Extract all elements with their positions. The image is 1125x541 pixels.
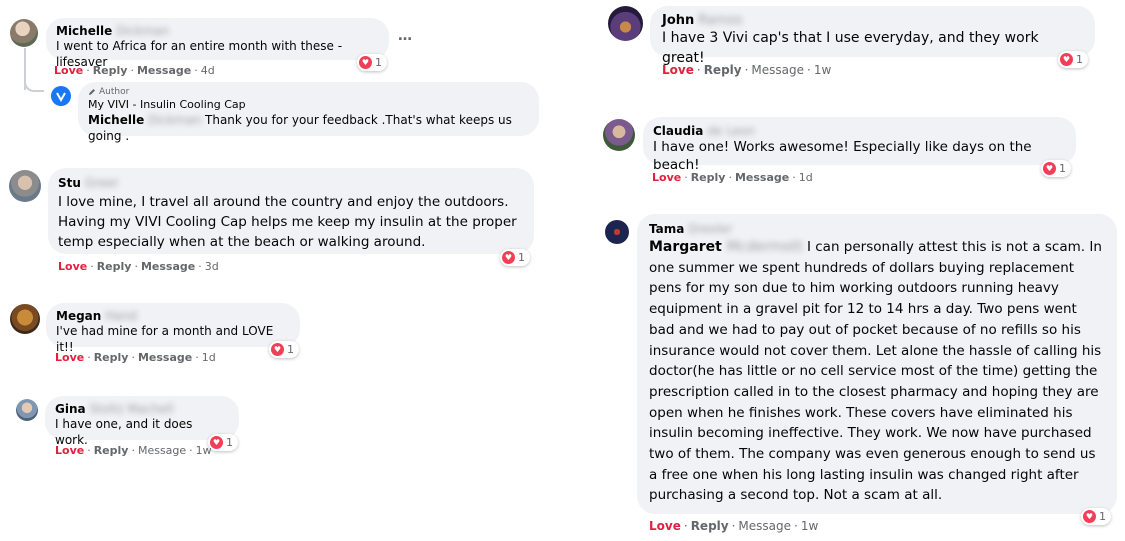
reply-text-line: Michelle Dickman Thank you for your feed… xyxy=(88,112,529,144)
timestamp[interactable]: 1d xyxy=(799,171,813,184)
vivi-page-avatar[interactable] xyxy=(51,86,71,106)
reply-button[interactable]: Reply xyxy=(691,171,726,184)
message-button[interactable]: Message xyxy=(141,260,195,273)
commenter-name[interactable]: Megan Hand xyxy=(56,309,290,323)
message-button[interactable]: Message xyxy=(738,519,791,533)
reaction-count[interactable]: ♥ 1 xyxy=(1058,51,1088,68)
timestamp[interactable]: 1w xyxy=(814,63,831,77)
mention[interactable]: Michelle Dickman xyxy=(88,113,201,127)
comment-bubble: Gina Stoltz Machell I have one, and it do… xyxy=(45,396,239,447)
comment-actions: Love · Reply · Message · 3d xyxy=(58,260,219,273)
message-button[interactable]: Message xyxy=(751,63,804,77)
timestamp[interactable]: 4d xyxy=(201,64,215,77)
reaction-count[interactable]: ♥ 1 xyxy=(1041,160,1071,177)
commenter-name[interactable]: Stu Greer xyxy=(58,176,524,190)
love-button[interactable]: Love xyxy=(662,63,694,77)
commenter-name[interactable]: Gina Stoltz Machell xyxy=(55,402,229,416)
message-button[interactable]: Message xyxy=(137,64,191,77)
reply-button[interactable]: Reply xyxy=(93,64,128,77)
commenter-name[interactable]: Tama Drexler xyxy=(649,222,1105,236)
page-name[interactable]: My VIVI - Insulin Cooling Cap xyxy=(88,97,529,112)
mention[interactable]: Margaret Mcdermott xyxy=(649,239,803,255)
heart-icon: ♥ xyxy=(271,343,284,356)
reaction-count[interactable]: ♥ 1 xyxy=(269,341,299,358)
comment-bubble: Stu Greer I love mine, I travel all aroun… xyxy=(48,168,534,254)
reply-button[interactable]: Reply xyxy=(97,260,132,273)
comment-actions: Love · Reply · Message · 1w xyxy=(55,444,212,457)
love-button[interactable]: Love xyxy=(55,444,84,457)
avatar[interactable] xyxy=(603,119,635,151)
comment-actions: Love · Reply · Message · 1w xyxy=(649,519,819,533)
reply-thread-elbow xyxy=(24,74,44,92)
vivi-logo-icon xyxy=(56,92,66,102)
heart-icon: ♥ xyxy=(502,251,515,264)
commenter-name[interactable]: Michelle Dickman xyxy=(56,24,379,38)
avatar[interactable] xyxy=(608,6,643,41)
heart-icon: ♥ xyxy=(1083,510,1096,523)
timestamp[interactable]: 1w xyxy=(801,519,818,533)
comment-actions: Love · Reply · Message · 4d xyxy=(54,64,215,77)
comment-bubble: Claudia de Leon I have one! Works awesome… xyxy=(643,117,1076,173)
comment-actions: Love · Reply · Message · 1d xyxy=(652,171,813,184)
reply-button[interactable]: Reply xyxy=(691,519,729,533)
love-button[interactable]: Love xyxy=(652,171,681,184)
avatar[interactable] xyxy=(10,304,40,334)
message-button[interactable]: Message xyxy=(138,351,192,364)
author-reply-bubble: Author My VIVI - Insulin Cooling Cap Mic… xyxy=(78,82,539,143)
comment-text-block: Margaret Mcdermott I can personally atte… xyxy=(649,237,1105,506)
reply-button[interactable]: Reply xyxy=(94,351,129,364)
heart-icon: ♥ xyxy=(1043,162,1056,175)
timestamp[interactable]: 3d xyxy=(205,260,219,273)
commenter-name[interactable]: John Ramos xyxy=(662,13,1083,28)
message-button[interactable]: Message xyxy=(735,171,789,184)
comment-bubble: John Ramos I have 3 Vivi cap's that I use… xyxy=(650,6,1095,66)
comment-text: I love mine, I travel all around the cou… xyxy=(58,194,517,250)
heart-icon: ♥ xyxy=(1060,53,1073,66)
message-button[interactable]: Message xyxy=(138,444,186,457)
pencil-icon xyxy=(89,89,95,95)
comment-actions: Love · Reply · Message · 1w xyxy=(662,63,832,77)
reaction-count[interactable]: ♥ 1 xyxy=(1081,508,1111,525)
comment-actions: Love · Reply · Message · 1d xyxy=(55,351,216,364)
timestamp[interactable]: 1w xyxy=(196,444,212,457)
more-options-icon[interactable]: … xyxy=(398,28,412,44)
heart-icon: ♥ xyxy=(210,436,223,449)
comment-text: I have one! Works awesome! Especially li… xyxy=(653,139,1032,173)
love-button[interactable]: Love xyxy=(55,351,84,364)
author-badge: Author xyxy=(88,87,529,97)
reaction-count[interactable]: ♥ 1 xyxy=(357,54,387,71)
reaction-count[interactable]: ♥ 1 xyxy=(208,434,238,451)
avatar[interactable] xyxy=(605,220,629,244)
love-button[interactable]: Love xyxy=(649,519,681,533)
comment-text: I have 3 Vivi cap's that I use everyday,… xyxy=(662,30,1039,66)
avatar[interactable] xyxy=(9,170,41,202)
heart-icon: ♥ xyxy=(359,56,372,69)
reply-button[interactable]: Reply xyxy=(94,444,129,457)
reaction-count[interactable]: ♥ 1 xyxy=(500,249,530,266)
love-button[interactable]: Love xyxy=(54,64,83,77)
love-button[interactable]: Love xyxy=(58,260,87,273)
timestamp[interactable]: 1d xyxy=(202,351,216,364)
commenter-name[interactable]: Claudia de Leon xyxy=(653,124,1066,138)
avatar[interactable] xyxy=(10,19,38,47)
reply-button[interactable]: Reply xyxy=(704,63,742,77)
comment-text: I can personally attest this is not a sc… xyxy=(649,239,1102,504)
avatar[interactable] xyxy=(16,399,38,421)
comment-bubble: Tama Drexler Margaret Mcdermott I can per… xyxy=(637,214,1117,514)
comment-bubble: Michelle Dickman I went to Africa for an … xyxy=(46,18,389,69)
comment-bubble: Megan Hand I've had mine for a month and … xyxy=(46,303,300,354)
